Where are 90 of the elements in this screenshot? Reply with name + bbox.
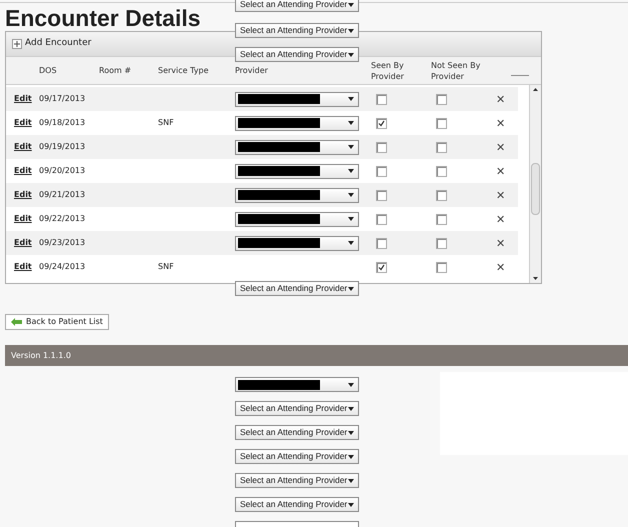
caret-icon bbox=[348, 478, 354, 482]
checkbox[interactable] bbox=[376, 118, 387, 128]
checkbox[interactable] bbox=[436, 190, 447, 200]
checkbox[interactable] bbox=[376, 214, 387, 224]
table-cell: 09/20/2013 bbox=[39, 165, 86, 177]
delete-button[interactable]: ✕ bbox=[496, 94, 506, 104]
caret-icon bbox=[348, 286, 354, 290]
back-arrow-icon bbox=[11, 318, 22, 326]
version-text: Version 1.1.1.0 bbox=[11, 350, 71, 362]
caret-icon bbox=[348, 406, 354, 410]
column-header: Room # bbox=[99, 65, 132, 76]
provider-dropdown[interactable]: Select an Attending Provider bbox=[235, 47, 359, 62]
provider-dropdown[interactable] bbox=[235, 140, 359, 154]
provider-dropdown[interactable]: Select an Attending Provider bbox=[235, 23, 359, 38]
checkbox[interactable] bbox=[436, 94, 447, 104]
caret-icon bbox=[348, 217, 354, 221]
provider-dropdown[interactable] bbox=[235, 188, 359, 202]
table-cell: 09/17/2013 bbox=[39, 93, 86, 105]
column-header: Provider bbox=[235, 65, 269, 76]
table-cell: 09/19/2013 bbox=[39, 141, 86, 153]
provider-dropdown[interactable]: Select an Attending Provider bbox=[235, 281, 359, 296]
edit-link[interactable]: Edit bbox=[14, 117, 32, 129]
provider-dropdown[interactable]: Select an Attending Provider bbox=[235, 497, 359, 512]
caret-icon bbox=[348, 2, 354, 6]
provider-dropdown[interactable]: Select an Attending Provider bbox=[235, 425, 359, 440]
checkbox[interactable] bbox=[376, 166, 387, 176]
column-header: Not Seen By Provider bbox=[431, 60, 482, 82]
caret-icon bbox=[348, 145, 354, 149]
checkbox[interactable] bbox=[436, 262, 447, 272]
caret-icon bbox=[348, 502, 354, 506]
caret-icon bbox=[348, 121, 354, 125]
edit-link[interactable]: Edit bbox=[14, 93, 32, 105]
column-header: Seen By Provider bbox=[371, 60, 405, 82]
checkbox[interactable] bbox=[376, 190, 387, 200]
table-cell: 09/18/2013 bbox=[39, 117, 86, 129]
edit-link[interactable]: Edit bbox=[14, 237, 32, 249]
caret-icon bbox=[348, 454, 354, 458]
checkbox[interactable] bbox=[436, 142, 447, 152]
caret-icon bbox=[348, 97, 354, 101]
checkbox[interactable] bbox=[436, 118, 447, 128]
provider-dropdown[interactable] bbox=[235, 116, 359, 130]
delete-button[interactable]: ✕ bbox=[496, 166, 506, 176]
delete-button[interactable]: ✕ bbox=[496, 238, 506, 248]
plus-icon bbox=[12, 39, 22, 49]
provider-dropdown[interactable]: Select an Attending Provider bbox=[235, 401, 359, 416]
provider-dropdown[interactable]: Select an Attending Provider bbox=[235, 0, 359, 12]
scroll-up-icon[interactable] bbox=[533, 88, 538, 91]
provider-dropdown[interactable]: Select an Attending Provider bbox=[235, 449, 359, 464]
table-cell: SNF bbox=[158, 117, 174, 129]
delete-button[interactable]: ✕ bbox=[496, 118, 506, 128]
edit-link[interactable]: Edit bbox=[14, 141, 32, 153]
table-cell: SNF bbox=[158, 261, 174, 273]
checkbox[interactable] bbox=[376, 262, 387, 272]
table-cell: 09/21/2013 bbox=[39, 189, 86, 201]
scroll-down-icon[interactable] bbox=[533, 277, 538, 280]
provider-dropdown[interactable] bbox=[235, 236, 359, 250]
edit-link[interactable]: Edit bbox=[14, 189, 32, 201]
edit-link[interactable]: Edit bbox=[14, 261, 32, 273]
delete-button[interactable]: ✕ bbox=[496, 142, 506, 152]
checkbox[interactable] bbox=[376, 94, 387, 104]
page-title: Encounter Details bbox=[5, 5, 201, 31]
caret-icon bbox=[348, 169, 354, 173]
provider-dropdown[interactable] bbox=[235, 164, 359, 178]
caret-icon bbox=[348, 430, 354, 434]
column-header: DOS bbox=[39, 65, 58, 76]
column-header: Service Type bbox=[158, 65, 210, 76]
checkbox[interactable] bbox=[376, 238, 387, 248]
provider-dropdown[interactable] bbox=[235, 377, 359, 392]
checkbox[interactable] bbox=[436, 238, 447, 248]
delete-button[interactable]: ✕ bbox=[496, 214, 506, 224]
checkbox[interactable] bbox=[376, 142, 387, 152]
edit-link[interactable]: Edit bbox=[14, 165, 32, 177]
table-cell: 09/22/2013 bbox=[39, 213, 86, 225]
delete-button[interactable]: ✕ bbox=[496, 190, 506, 200]
caret-icon bbox=[348, 241, 354, 245]
checkbox[interactable] bbox=[436, 166, 447, 176]
back-to-patient-list-button[interactable]: Back to Patient List bbox=[5, 314, 109, 330]
delete-button[interactable]: ✕ bbox=[496, 262, 506, 272]
table-cell: 09/24/2013 bbox=[39, 261, 86, 273]
checkbox[interactable] bbox=[436, 214, 447, 224]
provider-dropdown[interactable]: Select an Attending Provider bbox=[235, 473, 359, 488]
caret-icon bbox=[348, 193, 354, 197]
provider-dropdown[interactable] bbox=[235, 92, 359, 106]
table-cell: 09/23/2013 bbox=[39, 237, 86, 249]
edit-link[interactable]: Edit bbox=[14, 213, 32, 225]
caret-icon bbox=[348, 382, 354, 386]
scrollbar[interactable] bbox=[529, 85, 541, 283]
add-encounter-button[interactable]: Add Encounter bbox=[12, 37, 92, 51]
scrollbar-thumb[interactable] bbox=[531, 163, 540, 215]
provider-dropdown[interactable] bbox=[235, 212, 359, 226]
